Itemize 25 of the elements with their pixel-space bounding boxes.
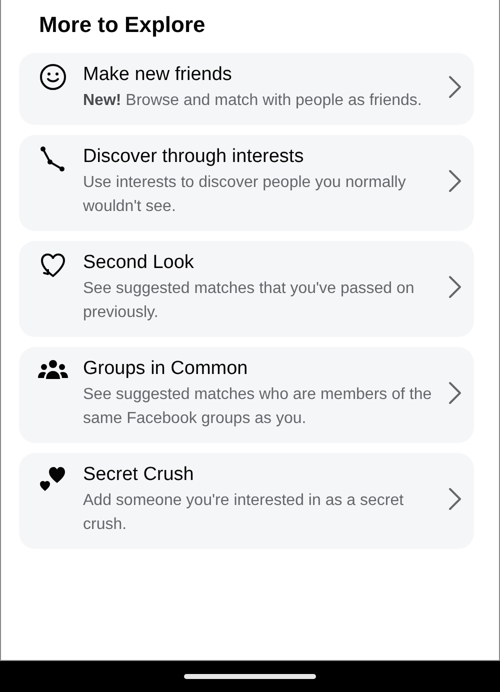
section-title: More to Explore [39,11,206,39]
card-title: Groups in Common [83,357,249,381]
explore-card[interactable]: Second Look See suggested matches that you've passed on previously. [19,241,474,337]
smiley-icon [39,63,67,91]
card-title: Second Look [83,251,195,275]
chevron-right-icon [448,169,462,193]
card-title: Discover through interests [83,145,305,169]
card-description: See suggested matches who are members of the same Facebook groups as you. [83,385,433,429]
explore-card[interactable]: Make new friends New! Browse and match with people as friends. [19,53,474,125]
chevron-right-icon [448,381,462,405]
chevron-right-icon [448,487,462,511]
heart-arrow-icon [39,251,67,279]
explore-card[interactable]: Discover through interests Use interests to discover people you normally wouldn't see. [19,135,474,231]
card-title: Make new friends [83,63,233,87]
chevron-right-icon [448,75,462,99]
card-description: Add someone you're interested in as a secret crush. [83,491,405,535]
card-description: See suggested matches that you've passed on previously. [83,279,416,323]
chevron-right-icon [448,275,462,299]
card-title: Secret Crush [83,463,195,487]
explore-card[interactable]: Secret Crush Add someone you're interested in as a secret crush. [19,453,474,549]
card-description: New! Browse and match with people as friends. [83,91,423,111]
home-indicator[interactable] [184,674,316,679]
connected-dots-icon [39,145,67,173]
explore-card[interactable]: Groups in Common See suggested matches who are members of the same Facebook groups as you. [19,347,474,443]
card-description: Use interests to discover people you normally wouldn't see. [83,173,407,217]
